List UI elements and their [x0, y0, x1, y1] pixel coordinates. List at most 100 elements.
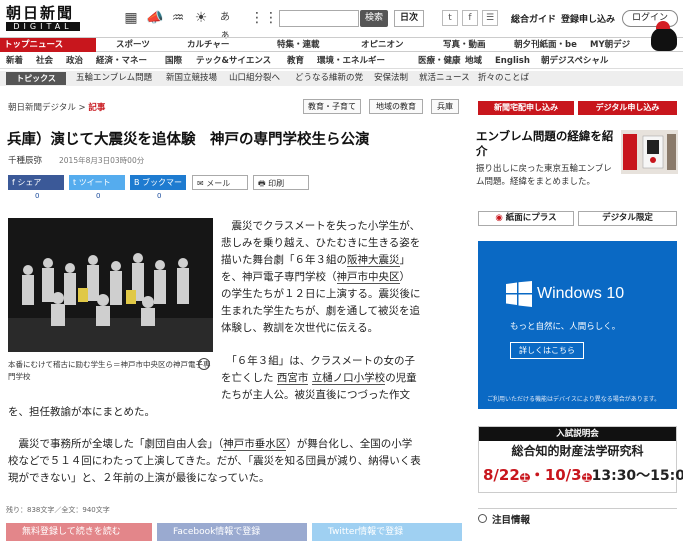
keyword-link[interactable]: 立樋ノ口小学校 [311, 372, 386, 385]
facebook-icon[interactable]: f [462, 10, 478, 26]
windows-ad[interactable]: Windows 10 もっと自然に、人間らしく。 詳しくはこちら ご利用いただけ… [478, 241, 677, 409]
keyword-link[interactable]: 阪神大震災 [347, 254, 400, 267]
nav-new[interactable]: 新着 [6, 54, 23, 68]
text-line: 体験し、教訓を次世代に伝える。 [221, 322, 379, 334]
sub-nav: 新着 社会 政治 経済・マネー 国際 テック&サイエンス 教育 環境・エネルギー… [0, 54, 683, 69]
guide-link[interactable]: 総合ガイド [511, 12, 556, 25]
zoom-icon[interactable] [198, 358, 210, 370]
share-twitter-button[interactable]: t ツイート [69, 175, 125, 190]
article-photo[interactable] [8, 218, 213, 352]
keyword-link[interactable]: 神戸市垂水区 [223, 438, 287, 451]
menu-grid-icon[interactable]: ⋮⋮ [250, 9, 278, 27]
notice-section: 注目情報 [478, 508, 677, 527]
tag-button[interactable]: 教育・子育て [303, 99, 361, 114]
seminar-head: 入試説明会 [479, 427, 676, 441]
topics-bar: トピックス 五輪エンブレム問題 新国立競技場 山口組分裂へ どうなる維新の党 安… [0, 71, 683, 86]
article-paragraph-2-end: を、担任教諭が本にまとめた。 [8, 406, 155, 418]
windows-cta-button[interactable]: 詳しくはこちら [510, 342, 584, 359]
nav-society[interactable]: 社会 [36, 54, 53, 68]
text-line: を亡くした 西宮市 立樋ノ口小学校の児童 [221, 370, 461, 387]
topic-item[interactable]: 安保法制 [374, 71, 408, 86]
text-line: 震災で事務所が全壊した「劇団自由人会」（神戸市垂水区）が舞台化し、全国の小学 [8, 436, 468, 453]
tag-button[interactable]: 地域の教育 [369, 99, 423, 114]
text-span: 描いた舞台劇「６年３組の [221, 254, 347, 266]
topic-item[interactable]: どうなる維新の党 [295, 71, 363, 86]
share-count: 0 [35, 192, 40, 200]
breadcrumb-site[interactable]: 朝日新聞デジタル [8, 103, 76, 113]
twitter-register-button[interactable]: Twitter情報で登録 [312, 523, 462, 541]
nav-economy[interactable]: 経済・マネー [96, 54, 147, 68]
share-mail-button[interactable]: ✉ メール [192, 175, 248, 190]
emblem-headline[interactable]: エンブレム問題の経緯を紹介 [476, 129, 616, 159]
site-header: 朝日新聞 DIGITAL ▦ 📣 ♒ ☀ あぁ ⋮⋮ 検索 日次 t f ☰ 総… [0, 0, 683, 41]
share-count: 0 [157, 192, 162, 200]
twitter-icon[interactable]: t [442, 10, 458, 26]
article-date: 2015年8月3日03時00分 [59, 156, 145, 165]
nav-environment[interactable]: 環境・エネルギー [317, 54, 385, 68]
share-bookmark-button[interactable]: B ブックマーク [130, 175, 186, 202]
newspaper-subscribe-button[interactable]: 新聞宅配申し込み [478, 101, 574, 115]
nav-special[interactable]: 朝デジスペシャル [541, 54, 608, 68]
nav-opinion[interactable]: オピニオン [361, 38, 404, 52]
nav-local[interactable]: 地域 [465, 54, 482, 68]
nav-health[interactable]: 医療・健康 [418, 54, 461, 68]
font-size-icon[interactable]: あぁ [216, 9, 234, 41]
text-line: 校などで５１４回にわたって上演してきた。だが、「震災を知る団員が減り、納得いく表 [8, 455, 421, 467]
nav-tech[interactable]: テック&サイエンス [196, 54, 271, 68]
nav-international[interactable]: 国際 [165, 54, 182, 68]
digital-subscribe-button[interactable]: デジタル申し込み [578, 101, 677, 115]
register-link[interactable]: 登録申し込み [561, 12, 615, 25]
article-title: 兵庫）演じて大震災を追体験 神戸の専門学校生ら公演 [7, 132, 370, 148]
seminar-ad[interactable]: 入試説明会 総合知的財産法学研究科 8/22土・10/3土13:30～15:00 [478, 426, 683, 493]
paper-plus-button[interactable]: ◉ 紙面にプラス [478, 211, 574, 226]
weather-icon[interactable]: ☀ [192, 9, 210, 27]
text-line: 現ができない」と、２年前の上演が最後になっていた。 [8, 472, 270, 484]
tag-button[interactable]: 兵庫 [431, 99, 459, 114]
emblem-thumbnail[interactable] [621, 130, 678, 174]
text-span: を亡くした [221, 372, 274, 384]
breadcrumb-current: 記事 [88, 103, 106, 113]
share-count: 0 [96, 192, 101, 200]
nav-english[interactable]: English [495, 54, 530, 68]
nav-education[interactable]: 教育 [287, 54, 304, 68]
text-line: の学生たちが１２日に上演する。震災後に [221, 288, 421, 300]
rss-icon[interactable]: ☰ [482, 10, 498, 26]
windows-product: Windows 10 [537, 285, 625, 302]
topic-item[interactable]: 山口組分裂へ [229, 71, 280, 86]
nav-my[interactable]: MY朝デジ [590, 38, 630, 52]
bulb-icon[interactable]: ♒ [169, 9, 187, 27]
nav-top-news[interactable]: トップニュース [0, 38, 96, 52]
register-read-button[interactable]: 無料登録して続きを読む [6, 523, 152, 541]
print-button[interactable]: 🖶 印刷 [253, 175, 309, 190]
site-logo[interactable]: 朝日新聞 DIGITAL [6, 5, 92, 32]
topic-item[interactable]: 新国立競技場 [166, 71, 217, 86]
windows-footnote: ご利用いただける機能はデバイスにより異なる場合があります。 [487, 396, 661, 403]
paper-plus-icon: ◉ [495, 213, 503, 223]
topic-item[interactable]: 五輪エンブレム問題 [76, 71, 152, 86]
keyword-link[interactable]: 西宮市 [276, 372, 309, 385]
emblem-summary: 振り出しに戻った東京五輪エンブレム問題。経緯をまとめました。 [476, 164, 612, 187]
nav-culture[interactable]: カルチャー [187, 38, 229, 52]
share-label: ツイート [78, 178, 111, 187]
nav-photo[interactable]: 写真・動画 [443, 38, 486, 52]
nav-sports[interactable]: スポーツ [116, 38, 150, 52]
text-line: を、神戸電子専門学校（神戸市中央区） [221, 269, 461, 286]
nav-features[interactable]: 特集・連載 [277, 38, 320, 52]
keyword-link[interactable]: 神戸市中央区 [336, 271, 400, 284]
mascot-icon [651, 21, 677, 51]
grid-icon[interactable]: ▦ [122, 9, 140, 27]
login-button[interactable]: ログイン [622, 10, 678, 27]
search-input[interactable] [279, 10, 359, 27]
megaphone-icon[interactable]: 📣 [146, 9, 164, 27]
share-label: メール [206, 179, 231, 188]
nav-politics[interactable]: 政治 [66, 54, 83, 68]
search-button[interactable]: 検索 [360, 10, 388, 27]
seminar-day-badge: 土 [581, 473, 592, 482]
topic-item[interactable]: 就活ニュース [419, 71, 470, 86]
nav-papers[interactable]: 朝夕刊紙面・be [514, 38, 577, 52]
share-facebook-button[interactable]: f シェア [8, 175, 64, 190]
edition-button[interactable]: 日次 [394, 10, 424, 27]
digital-only-button[interactable]: デジタル限定 [578, 211, 677, 226]
topic-item[interactable]: 折々のことば [478, 71, 529, 86]
facebook-register-button[interactable]: Facebook情報で登録 [157, 523, 307, 541]
